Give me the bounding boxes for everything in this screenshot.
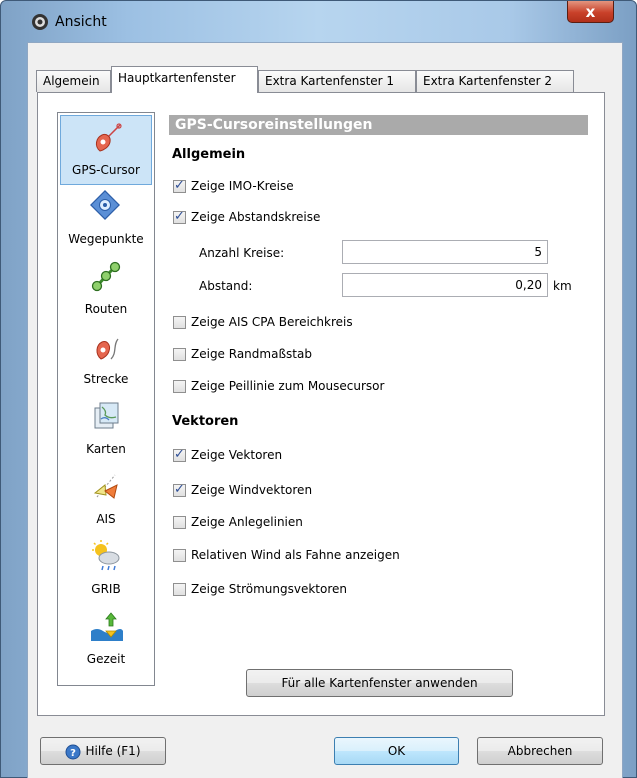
sidebar-item-grib[interactable]: GRIB	[60, 535, 152, 605]
waypoint-icon	[90, 190, 120, 220]
sidebar-item-label: Strecke	[83, 372, 129, 386]
track-icon	[96, 338, 119, 360]
sidebar-item-label: Routen	[84, 302, 128, 316]
tab-hauptkartenfenster[interactable]: Hauptkartenfenster	[111, 66, 258, 93]
checkbox-box[interactable]	[173, 347, 186, 361]
checkbox-box[interactable]	[173, 482, 186, 497]
sidebar-item-karten[interactable]: Karten	[60, 395, 152, 465]
sidebar-item-gps-cursor[interactable]: GPS-Cursor	[60, 115, 152, 185]
checkbox-box[interactable]	[173, 447, 186, 462]
sidebar-item-label: AIS	[96, 512, 116, 526]
help-button-label: Hilfe (F1)	[85, 744, 141, 758]
sidebar-item-label: Gezeit	[86, 652, 126, 666]
gps-cursor-icon	[95, 123, 122, 152]
checkbox-box[interactable]	[173, 515, 186, 529]
charts-icon	[94, 402, 119, 429]
checkbox-distance-circles[interactable]: Zeige Abstandskreise	[173, 209, 320, 225]
checkbox-label: Zeige Vektoren	[191, 448, 283, 462]
title-bar[interactable]: Ansicht x	[1, 1, 636, 43]
checkbox-box[interactable]	[173, 548, 186, 562]
ais-icon	[93, 474, 118, 499]
checkbox-box[interactable]	[173, 582, 186, 596]
checkbox-label: Zeige IMO-Kreise	[191, 179, 294, 193]
tide-icon	[91, 612, 123, 641]
svg-text:?: ?	[71, 748, 77, 759]
checkbox-label: Zeige Anlegelinien	[191, 515, 303, 529]
checkbox-current-vectors[interactable]: Zeige Strömungsvektoren	[173, 581, 347, 597]
checkbox-label: Relativen Wind als Fahne anzeigen	[191, 548, 400, 562]
apply-all-button[interactable]: Für alle Kartenfenster anwenden	[246, 669, 513, 697]
cancel-button[interactable]: Abbrechen	[477, 737, 603, 765]
checkbox-label: Zeige Strömungsvektoren	[191, 582, 347, 596]
sidebar-item-label: Wegepunkte	[68, 232, 144, 246]
tab-label: Extra Kartenfenster 1	[265, 74, 395, 88]
sidebar-item-routen[interactable]: Routen	[60, 255, 152, 325]
checkbox-label: Zeige AIS CPA Bereichkreis	[191, 315, 353, 329]
category-list: GPS-Cursor Wegepunkte Routen Strecke Kar…	[57, 112, 155, 686]
checkbox-show-vectors[interactable]: Zeige Vektoren	[173, 447, 282, 463]
tab-label: Extra Kartenfenster 2	[423, 74, 553, 88]
sidebar-item-label: Karten	[86, 442, 126, 456]
tab-extra-kartenfenster-2[interactable]: Extra Kartenfenster 2	[416, 70, 574, 92]
circle-count-input[interactable]: 5	[342, 240, 548, 264]
checkbox-box[interactable]	[173, 209, 186, 224]
checkbox-ais-cpa[interactable]: Zeige AIS CPA Bereichkreis	[173, 314, 353, 330]
checkbox-label: Zeige Windvektoren	[191, 483, 313, 497]
route-icon	[91, 261, 121, 292]
grib-weather-icon	[92, 540, 120, 571]
checkbox-relative-wind[interactable]: Relativen Wind als Fahne anzeigen	[173, 547, 400, 563]
checkbox-box[interactable]	[173, 379, 186, 393]
checkbox-wind-vectors[interactable]: Zeige Windvektoren	[173, 482, 312, 498]
window-title: Ansicht	[55, 14, 107, 30]
section-header: GPS-Cursoreinstellungen	[169, 115, 588, 135]
close-button[interactable]: x	[567, 1, 614, 23]
close-icon: x	[585, 2, 596, 21]
sidebar-item-label: GRIB	[91, 582, 121, 596]
checkbox-box[interactable]	[173, 178, 186, 193]
checkbox-label: Zeige Abstandskreise	[191, 210, 321, 224]
group-title-allgemein: Allgemein	[172, 147, 246, 162]
spacing-label: Abstand:	[199, 279, 253, 293]
checkbox-edge-scale[interactable]: Zeige Randmaßstab	[173, 346, 312, 362]
checkbox-box[interactable]	[173, 315, 186, 329]
spacing-input[interactable]: 0,20	[342, 273, 548, 297]
sidebar-item-gezeit[interactable]: Gezeit	[60, 605, 152, 675]
help-icon: ?	[65, 744, 81, 759]
group-title-vektoren: Vektoren	[172, 414, 239, 429]
spacing-unit: km	[553, 279, 572, 293]
checkbox-imo-circles[interactable]: Zeige IMO-Kreise	[173, 178, 294, 194]
checkbox-label: Zeige Randmaßstab	[191, 347, 312, 361]
sidebar-item-label: GPS-Cursor	[72, 163, 140, 177]
tab-extra-kartenfenster-1[interactable]: Extra Kartenfenster 1	[258, 70, 416, 92]
checkbox-label: Zeige Peillinie zum Mousecursor	[191, 379, 385, 393]
tab-algemein[interactable]: Algemein	[36, 70, 111, 92]
app-icon	[32, 14, 48, 30]
tab-label: Algemein	[43, 74, 100, 88]
sidebar-item-wegepunkte[interactable]: Wegepunkte	[60, 185, 152, 255]
tab-label: Hauptkartenfenster	[118, 71, 236, 85]
circle-count-label: Anzahl Kreise:	[199, 246, 285, 260]
sidebar-item-strecke[interactable]: Strecke	[60, 325, 152, 395]
ok-button[interactable]: OK	[334, 737, 459, 765]
sidebar-item-ais[interactable]: AIS	[60, 465, 152, 535]
help-button[interactable]: ? Hilfe (F1)	[40, 737, 166, 765]
checkbox-bearing-line[interactable]: Zeige Peillinie zum Mousecursor	[173, 378, 384, 394]
checkbox-laylines[interactable]: Zeige Anlegelinien	[173, 514, 303, 530]
